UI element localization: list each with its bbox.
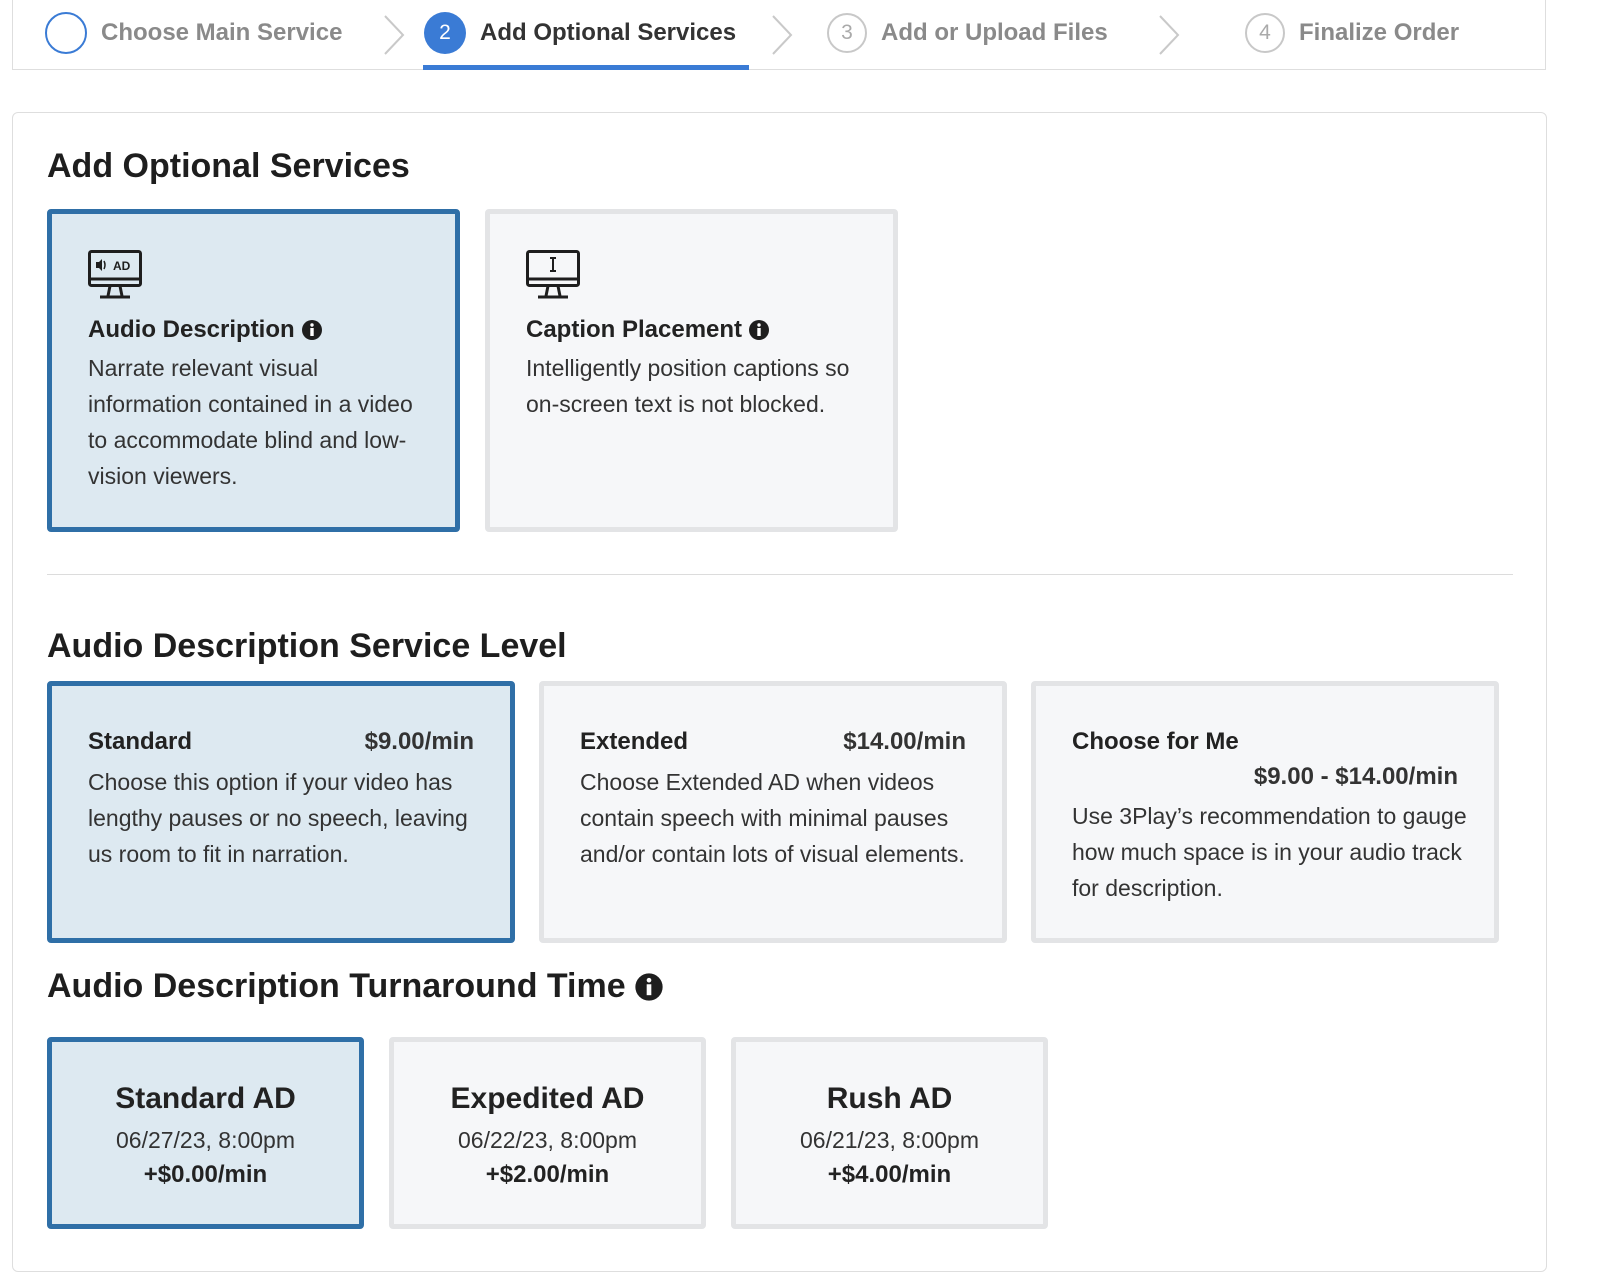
service-card-audio-description[interactable]: AD Audio Description Narrate relevant vi… [47, 209, 460, 532]
turnaround-price: +$0.00/min [143, 1161, 268, 1188]
chevron-right-icon [1159, 15, 1180, 55]
active-step-underline [423, 65, 749, 70]
turnaround-date: 06/22/23, 8:00pm [457, 1127, 638, 1153]
option-description: Choose this option if your video has len… [88, 769, 468, 867]
service-card-caption-placement[interactable]: Caption Placement Intelligently position… [485, 209, 898, 532]
section-heading-service-level: Audio Description Service Level [47, 627, 567, 665]
step-label: Add or Upload Files [881, 19, 1108, 46]
section-heading-turnaround-text: Audio Description Turnaround Time [47, 967, 626, 1005]
info-icon[interactable] [748, 319, 770, 341]
service-level-extended[interactable]: Extended $14.00/min Choose Extended AD w… [539, 681, 1007, 943]
step-label: Choose Main Service [101, 19, 343, 46]
monitor-ad-icon: AD [88, 250, 142, 299]
option-title: Choose for Me [1072, 728, 1239, 755]
option-description: Use 3Play’s recommendation to gauge how … [1072, 803, 1467, 901]
turnaround-date: 06/21/23, 8:00pm [799, 1127, 980, 1153]
step-label: Add Optional Services [480, 19, 737, 46]
section-heading-optional-services: Add Optional Services [47, 147, 410, 185]
option-price: $9.00 - $14.00/min [1253, 763, 1458, 790]
service-level-choose-for-me[interactable]: Choose for Me $9.00 - $14.00/min Use 3Pl… [1031, 681, 1499, 943]
step-number-badge: 3 [827, 13, 867, 53]
step-add-or-upload-files[interactable]: 3 Add or Upload Files [827, 0, 1108, 68]
optional-services-panel: Add Optional Services AD Audio Descripti… [12, 112, 1547, 1272]
card-title-text: Caption Placement [526, 316, 743, 343]
order-stepper: Choose Main Service 2 Add Optional Servi… [12, 0, 1546, 70]
step-add-optional-services[interactable]: 2 Add Optional Services [423, 0, 750, 70]
option-price: $9.00/min [364, 728, 474, 755]
card-title: Caption Placement [526, 316, 770, 344]
card-title: Audio Description [88, 316, 323, 344]
turnaround-name: Standard AD [115, 1082, 296, 1115]
info-icon[interactable] [634, 972, 664, 1002]
info-icon[interactable] [301, 319, 323, 341]
section-divider [47, 574, 1513, 575]
service-level-standard[interactable]: Standard $9.00/min Choose this option if… [47, 681, 515, 943]
option-price: $14.00/min [843, 728, 966, 755]
turnaround-name: Expedited AD [450, 1082, 645, 1115]
turnaround-name: Rush AD [826, 1082, 953, 1115]
monitor-ad-icon-label: AD [113, 259, 131, 273]
card-description: Narrate relevant visual information cont… [88, 355, 413, 489]
option-description: Choose Extended AD when videos contain s… [580, 769, 965, 867]
step-finalize-order[interactable]: 4 Finalize Order [1245, 0, 1459, 68]
turnaround-price: +$2.00/min [485, 1161, 610, 1188]
step-number-badge: 2 [424, 12, 466, 54]
option-title: Standard [88, 728, 193, 755]
turnaround-rush-ad[interactable]: Rush AD 06/21/23, 8:00pm +$4.00/min [731, 1037, 1048, 1229]
turnaround-expedited-ad[interactable]: Expedited AD 06/22/23, 8:00pm +$2.00/min [389, 1037, 706, 1229]
turnaround-date: 06/27/23, 8:00pm [115, 1127, 296, 1153]
chevron-right-icon [384, 15, 405, 55]
turnaround-standard-ad[interactable]: Standard AD 06/27/23, 8:00pm +$0.00/min [47, 1037, 364, 1229]
step-number-badge: 4 [1245, 13, 1285, 53]
step-complete-icon [45, 12, 87, 54]
card-title-text: Audio Description [88, 316, 295, 343]
card-description: Intelligently position captions so on-sc… [526, 355, 850, 417]
step-choose-main-service[interactable]: Choose Main Service [45, 0, 342, 68]
step-label: Finalize Order [1299, 19, 1460, 46]
monitor-caption-icon [526, 250, 580, 299]
option-title: Extended [580, 728, 689, 755]
section-heading-turnaround: Audio Description Turnaround Time [47, 967, 664, 1006]
chevron-right-icon [772, 15, 793, 55]
turnaround-price: +$4.00/min [827, 1161, 952, 1188]
